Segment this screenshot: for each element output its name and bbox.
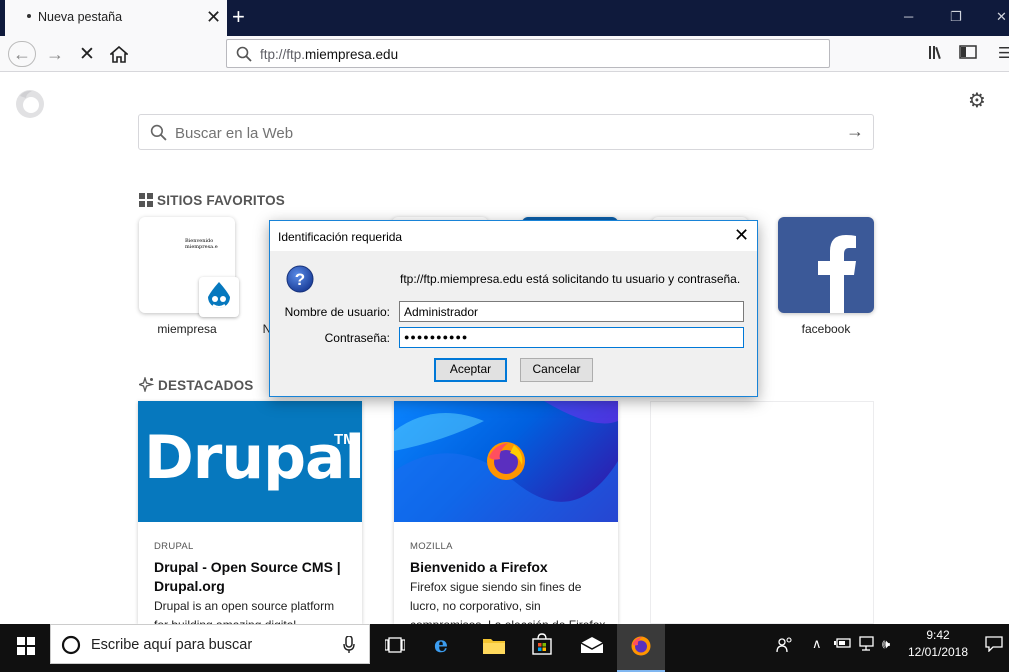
web-search-box[interactable]: Buscar en la Web →	[138, 114, 874, 150]
tab-title: Nueva pestaña	[38, 10, 123, 24]
store-icon[interactable]	[532, 633, 552, 660]
back-icon[interactable]: ←	[8, 41, 36, 67]
taskbar-firefox-button[interactable]	[617, 624, 665, 672]
card-title: Bienvenido a Firefox	[410, 559, 548, 575]
taskbar-search-box[interactable]: Escribe aquí para buscar	[50, 624, 370, 664]
search-placeholder: Buscar en la Web	[175, 125, 294, 142]
card-title: Drupal - Open Source CMS | Drupal.org	[154, 559, 341, 594]
mail-icon[interactable]	[580, 636, 604, 659]
task-view-icon[interactable]	[384, 636, 406, 659]
question-icon: ?	[286, 265, 314, 298]
file-explorer-icon[interactable]	[483, 636, 505, 659]
cancel-button[interactable]: Cancelar	[520, 358, 593, 382]
stop-icon[interactable]: ✕	[73, 41, 101, 67]
dialog-titlebar: Identificación requerida ✕	[270, 221, 757, 251]
url-bar[interactable]: ftp://ftp.miempresa.edu	[226, 39, 830, 68]
battery-icon[interactable]	[834, 636, 852, 653]
card-source: MOZILLA	[410, 541, 453, 552]
notifications-icon[interactable]	[985, 636, 1003, 655]
url-text: ftp://ftp.miempresa.edu	[260, 47, 399, 62]
top-site-label: facebook	[801, 322, 851, 336]
sparkle-icon	[136, 375, 155, 395]
dialog-message: ftp://ftp.miempresa.edu está solicitando…	[400, 272, 741, 286]
browser-titlebar: Nueva pestaña ✕ + ─ ❐ ✕	[0, 0, 1009, 36]
library-icon[interactable]	[928, 44, 946, 65]
drupal-card-image: Drupal TM	[138, 401, 362, 522]
dialog-close-icon[interactable]: ✕	[734, 225, 749, 245]
navigation-toolbar: ← → ✕ ftp://ftp.miempresa.edu ☰	[0, 36, 1009, 72]
site-thumbnail-text: Bienvenido miempresa.e	[185, 238, 218, 250]
search-icon	[150, 124, 167, 146]
card-description: Drupal is an open source platform for bu…	[154, 599, 335, 624]
volume-icon[interactable]: 🕪	[882, 636, 890, 652]
auth-dialog: Identificación requerida ✕ ? ftp://ftp.m…	[269, 220, 758, 397]
clock-date: 12/01/2018	[907, 645, 969, 659]
firefox-card-image	[394, 401, 618, 522]
firefox-logo-icon	[630, 635, 652, 662]
edge-icon[interactable]: e	[434, 634, 448, 656]
close-window-icon[interactable]: ✕	[996, 9, 1007, 25]
forward-icon[interactable]: →	[41, 41, 69, 67]
minimize-icon[interactable]: ─	[904, 9, 913, 25]
password-field[interactable]: ●●●●●●●●●●	[399, 327, 744, 348]
highlight-card-firefox[interactable]: MOZILLA Bienvenido a Firefox Firefox sig…	[394, 401, 618, 624]
username-label: Nombre de usuario:	[284, 305, 390, 319]
system-clock[interactable]: 9:42 12/01/2018	[904, 627, 972, 661]
new-tab-icon[interactable]: +	[232, 4, 245, 30]
tab-close-icon[interactable]: ✕	[206, 8, 221, 26]
search-go-icon[interactable]: →	[846, 121, 864, 142]
highlights-heading: DESTACADOS	[136, 375, 254, 395]
windows-start-icon[interactable]	[17, 637, 35, 660]
gear-icon[interactable]: ⚙	[968, 91, 986, 111]
restore-icon[interactable]: ❐	[950, 9, 962, 25]
password-label: Contraseña:	[324, 331, 390, 345]
search-icon	[236, 46, 252, 67]
top-site-facebook[interactable]	[778, 217, 874, 313]
grid-icon	[139, 193, 153, 210]
highlight-card-empty	[650, 401, 874, 624]
firefox-logo-icon	[14, 88, 46, 125]
card-description: Firefox sigue siendo sin fines de lucro,…	[410, 580, 605, 624]
username-field[interactable]: Administrador	[399, 301, 744, 322]
dialog-title: Identificación requerida	[278, 230, 403, 244]
windows-taskbar: Escribe aquí para buscar e ∧ 🕪 9:42 12/0…	[0, 624, 1009, 672]
taskbar-search-placeholder: Escribe aquí para buscar	[91, 637, 253, 653]
tab-nueva-pestana[interactable]: Nueva pestaña ✕	[5, 0, 227, 36]
sidebar-icon[interactable]	[959, 44, 977, 65]
people-icon[interactable]	[776, 636, 794, 657]
cortana-icon	[61, 635, 81, 660]
home-icon[interactable]	[105, 41, 133, 67]
clock-time: 9:42	[926, 628, 950, 642]
tab-loading-dot	[27, 14, 31, 18]
card-source: DRUPAL	[154, 541, 194, 552]
svg-text:?: ?	[295, 270, 305, 289]
accept-button[interactable]: Aceptar	[434, 358, 507, 382]
firefox-logo-icon	[484, 439, 528, 488]
chevron-up-icon[interactable]: ∧	[812, 636, 822, 652]
facebook-logo-icon	[778, 235, 874, 313]
drupal-drop-icon	[199, 277, 239, 317]
network-icon[interactable]	[859, 636, 877, 655]
top-site-miempresa[interactable]: Bienvenido miempresa.e	[139, 217, 239, 317]
highlight-card-drupal[interactable]: Drupal TM DRUPAL Drupal - Open Source CM…	[138, 401, 362, 624]
menu-icon[interactable]: ☰	[998, 44, 1009, 62]
trademark-mark: TM	[334, 431, 356, 448]
microphone-icon[interactable]	[343, 635, 355, 659]
drupal-wordmark: Drupal	[144, 423, 362, 493]
top-sites-heading: SITIOS FAVORITOS	[139, 193, 285, 210]
